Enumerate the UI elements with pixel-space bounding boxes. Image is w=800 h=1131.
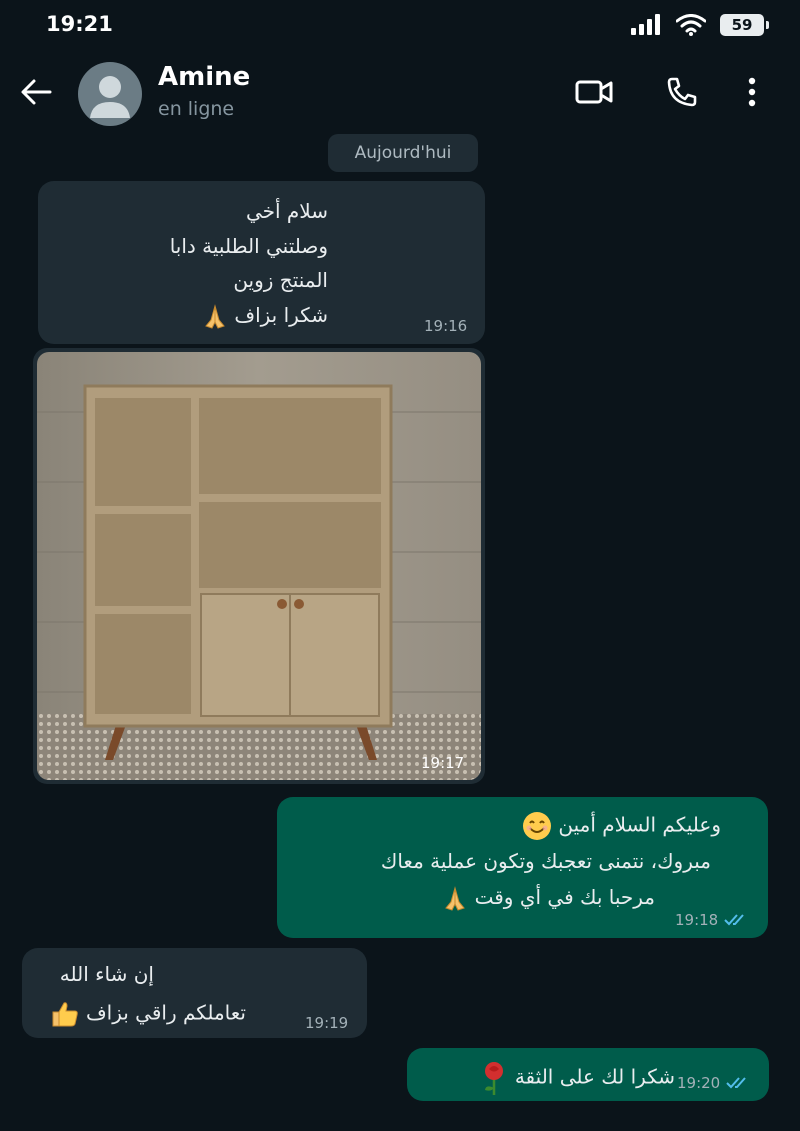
message-meta: 19:16 (424, 317, 467, 335)
message-line: مبروك، نتمنى تعجبك وتكون عملية معاك (380, 849, 711, 873)
signal-icon (631, 14, 660, 35)
voice-call-button[interactable] (662, 72, 702, 112)
status-time: 19:21 (46, 12, 113, 36)
message-line-with-emoji: وعليكم السلام أمين (522, 811, 721, 841)
message-line-with-emoji: شكرا لك على الثقة (480, 1060, 675, 1096)
message-meta: 19:20 (677, 1074, 752, 1092)
video-camera-icon (575, 80, 613, 104)
message-line: مرحبا بك في أي وقت (474, 885, 655, 909)
back-button[interactable] (16, 72, 56, 112)
image-time: 19:17 (421, 754, 464, 772)
message-line: المنتج زوين (233, 268, 328, 292)
video-call-button[interactable] (574, 72, 614, 112)
message-line: وصلتني الطلبية دابا (169, 234, 328, 258)
back-arrow-icon (21, 79, 52, 105)
message-meta: 19:19 (305, 1014, 348, 1032)
phone-icon (667, 77, 697, 107)
status-icons: 59 (630, 14, 769, 36)
more-vertical-icon (748, 77, 756, 107)
folded-hands-emoji-icon (445, 885, 466, 911)
message-line: شكرا لك على الثقة (514, 1064, 675, 1089)
thumbs-up-emoji-icon (52, 1002, 78, 1027)
read-ticks-icon (724, 914, 744, 926)
message-time: 19:17 (421, 754, 465, 772)
message-time: 19:20 (677, 1074, 721, 1092)
message-line: وعليكم السلام أمين (558, 812, 721, 837)
message-line: تعاملكم راقي بزاف (85, 1000, 246, 1025)
message-line-with-emoji: مرحبا بك في أي وقت (442, 885, 655, 912)
outgoing-message-bubble[interactable]: شكرا لك على الثقة 19:20 (407, 1048, 769, 1101)
folded-hands-emoji-icon (205, 303, 225, 329)
incoming-message-bubble[interactable]: إن شاء الله تعاملكم راقي بزاف 19:19 (22, 948, 367, 1038)
bookshelf-image (37, 352, 481, 780)
status-bar: 19:21 59 (0, 0, 800, 52)
message-line: إن شاء الله (59, 962, 154, 986)
message-line-with-emoji: شكرا بزاف (202, 303, 328, 330)
outgoing-message-bubble[interactable]: وعليكم السلام أمين مبروك، نتمنى تعجبك وت… (277, 797, 768, 938)
battery-indicator: 59 (720, 14, 769, 36)
avatar[interactable] (78, 62, 142, 126)
message-meta: 19:18 (675, 911, 750, 929)
more-options-button[interactable] (732, 72, 772, 112)
message-time: 19:19 (305, 1014, 349, 1032)
message-line: شكرا بزاف (234, 303, 328, 327)
read-ticks-icon (726, 1077, 746, 1089)
message-line: سلام أخي (245, 199, 328, 223)
wifi-icon (676, 14, 706, 36)
chat-header: Amine en ligne (0, 52, 800, 130)
contact-name[interactable]: Amine (158, 62, 250, 92)
contact-status: en ligne (158, 98, 235, 120)
message-line-with-emoji: تعاملكم راقي بزاف (50, 1000, 246, 1028)
incoming-message-bubble[interactable]: سلام أخي وصلتني الطلبية دابا المنتج زوين… (38, 181, 485, 344)
shelf-photo[interactable] (37, 352, 481, 780)
default-avatar-icon (90, 76, 130, 118)
message-time: 19:16 (424, 317, 468, 335)
rose-emoji-icon (485, 1062, 504, 1095)
message-time: 19:18 (675, 911, 719, 929)
date-divider: Aujourd'hui (328, 134, 478, 172)
incoming-image-message[interactable]: 19:17 (33, 348, 485, 784)
smiling-face-emoji-icon (522, 812, 551, 840)
